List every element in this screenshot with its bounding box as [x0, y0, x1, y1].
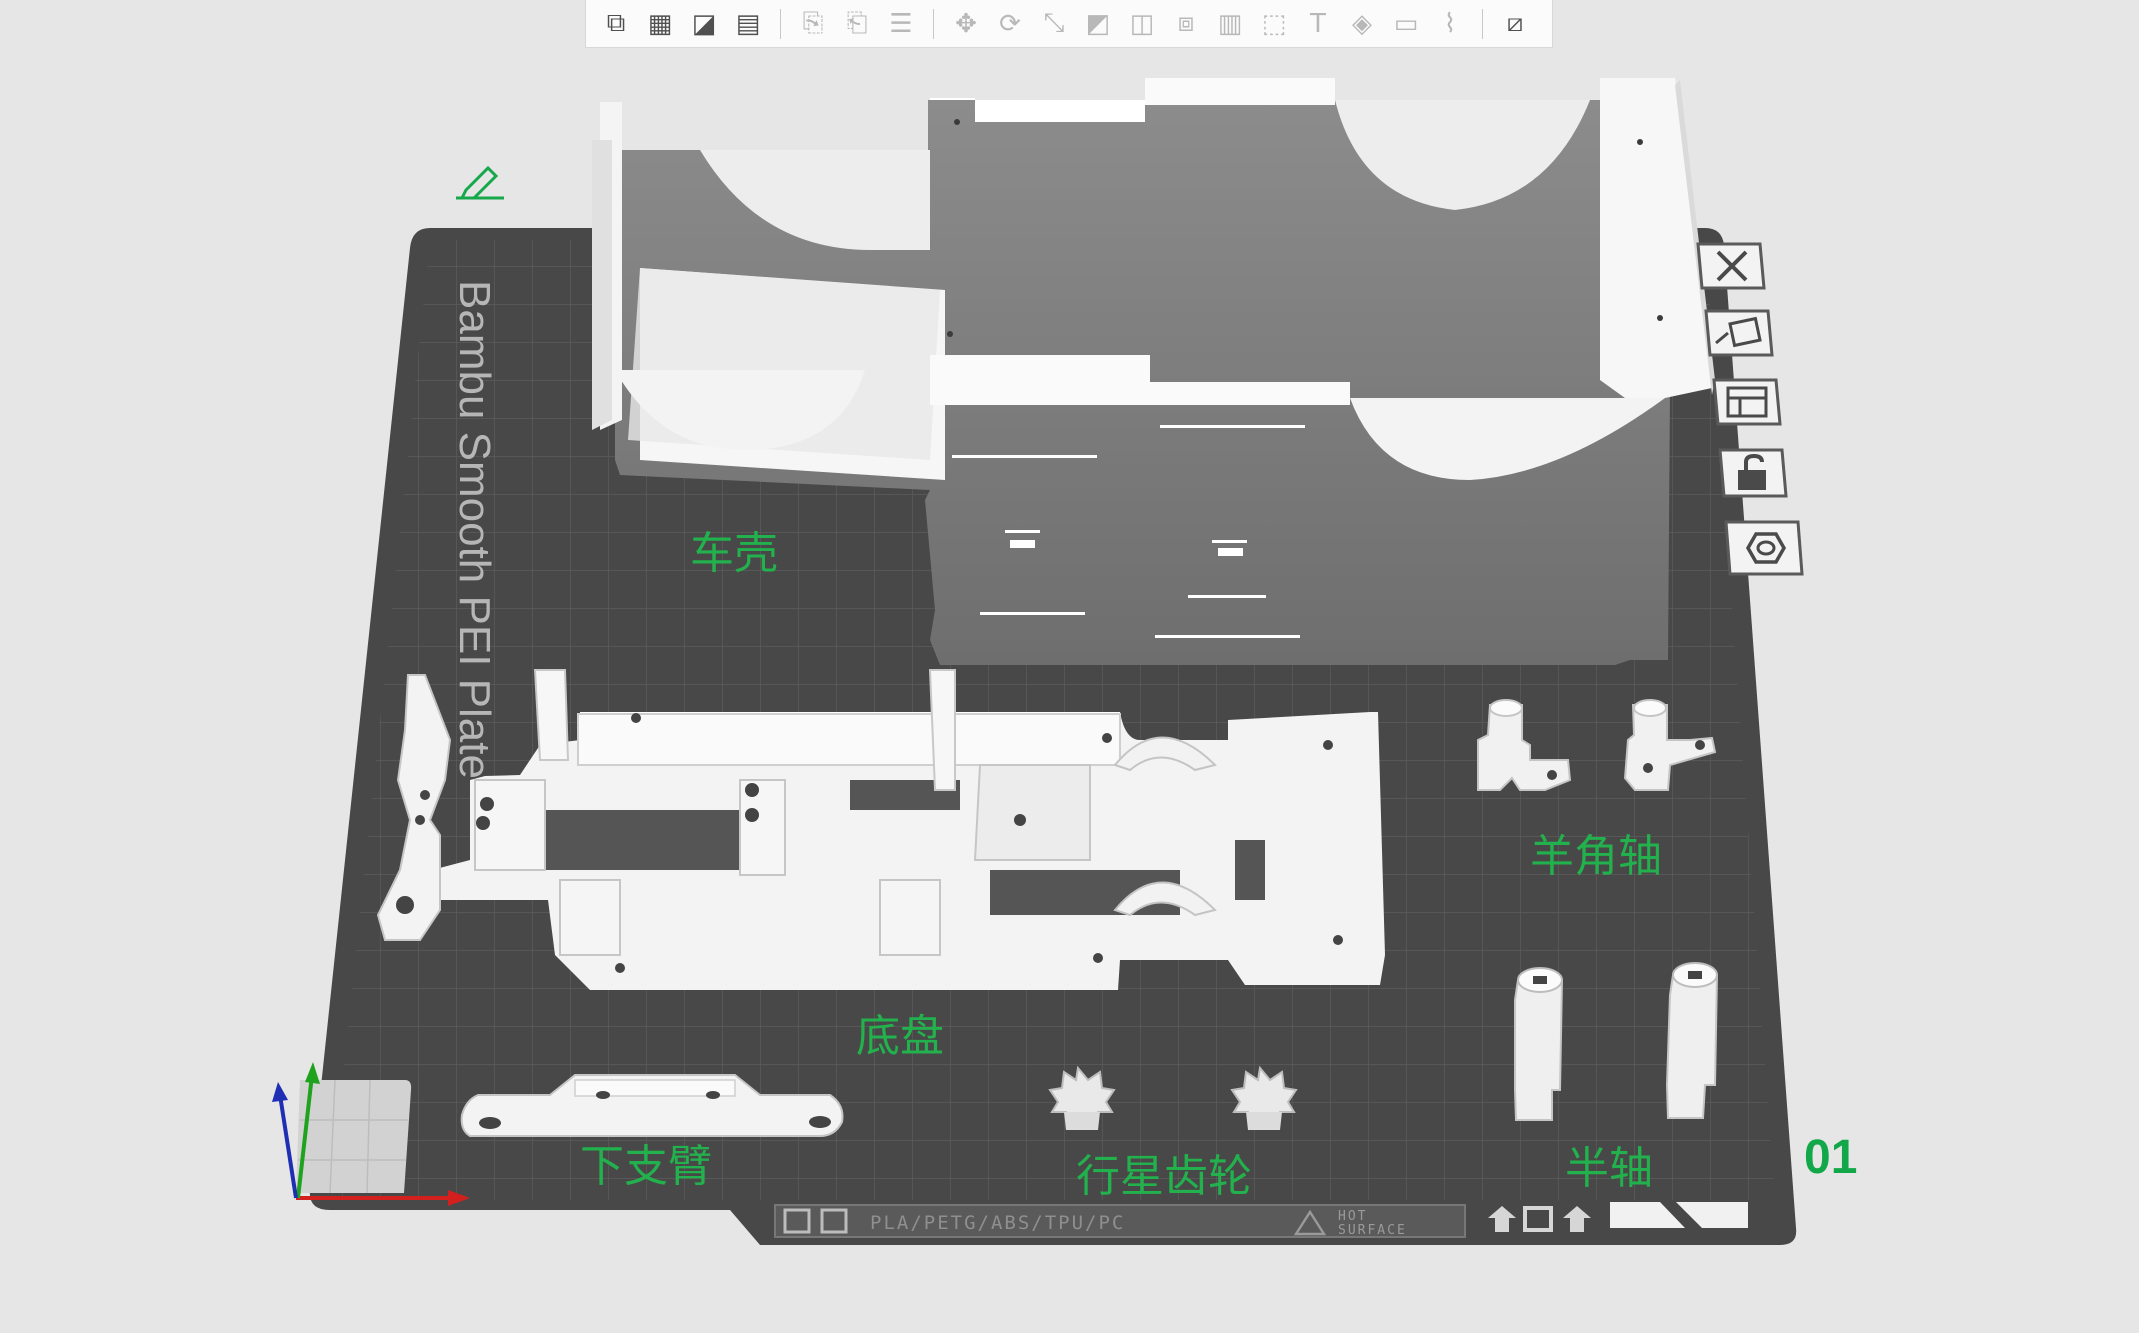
label-lower-arm: 下支臂 — [580, 1141, 712, 1192]
label-planet-gear: 行星齿轮 — [1076, 1151, 1252, 1202]
label-car-body: 车壳 — [690, 528, 778, 579]
hexagon-settings-icon[interactable] — [1722, 518, 1806, 578]
auto-arrange-icon[interactable] — [1702, 307, 1774, 359]
plate-settings-icon[interactable] — [1710, 376, 1782, 428]
delete-plate-icon[interactable] — [1694, 240, 1766, 292]
hot-text: HOT — [1338, 1209, 1367, 1224]
edit-plate-name-icon[interactable] — [452, 160, 508, 200]
plate-number: 01 — [1804, 1131, 1858, 1184]
label-half-shaft: 半轴 — [1565, 1143, 1653, 1194]
label-chassis: 底盘 — [856, 1011, 944, 1062]
plate-brand-text: Bambu Smooth PEI Plate — [450, 280, 499, 779]
surface-text: SURFACE — [1338, 1223, 1407, 1238]
origin-tile — [296, 1080, 412, 1193]
lock-icon[interactable] — [1716, 446, 1788, 500]
plate-material-text: PLA/PETG/ABS/TPU/PC — [870, 1212, 1125, 1234]
label-steering-knuckle: 羊角轴 — [1530, 831, 1662, 882]
